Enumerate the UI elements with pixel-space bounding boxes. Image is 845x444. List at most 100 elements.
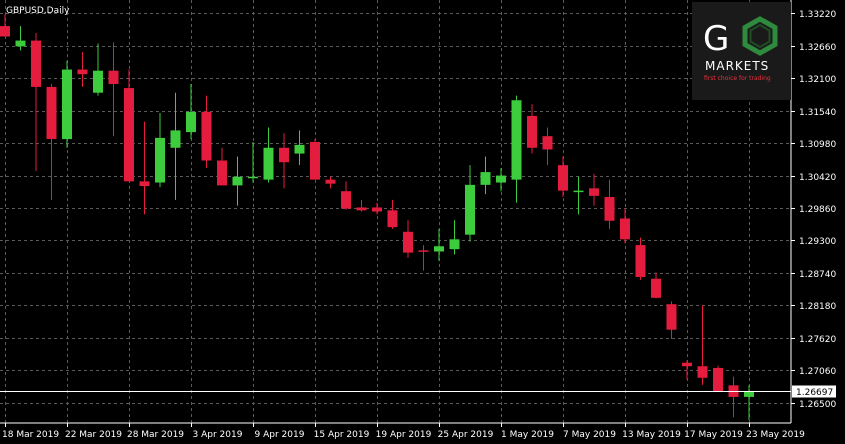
candle <box>511 95 522 203</box>
candle <box>77 52 88 87</box>
candle-body <box>170 130 181 148</box>
candle <box>744 385 754 421</box>
x-tick-label: 1 May 2019 <box>501 430 554 440</box>
logo-g-letter: G <box>703 19 729 59</box>
candle-body <box>573 190 584 193</box>
y-tick-label: 1.28740 <box>799 270 836 280</box>
candle-body <box>604 197 615 221</box>
candle-body <box>403 231 413 253</box>
candle-body <box>356 207 367 211</box>
candle <box>403 220 413 258</box>
candle <box>294 130 305 166</box>
logo-brand-name: MARKETS <box>705 59 769 73</box>
price-chart[interactable]: 1.33220 1.32660 1.32100 1.31540 1.30980 1.304… <box>0 0 845 444</box>
candle-body <box>372 207 382 212</box>
candle <box>682 360 692 380</box>
y-tick-label: 1.29300 <box>799 237 836 247</box>
candle-body <box>139 181 150 187</box>
candle-body <box>465 184 475 235</box>
candle <box>263 127 274 183</box>
candle <box>31 33 41 171</box>
candle <box>248 141 258 183</box>
candle <box>124 69 134 182</box>
y-tick-label: 1.30420 <box>799 173 836 183</box>
candle <box>697 305 708 385</box>
candle <box>139 121 150 215</box>
candle <box>651 272 661 299</box>
y-axis-labels: 1.33220 1.32660 1.32100 1.31540 1.30980 1.304… <box>791 10 836 410</box>
candle-body <box>155 137 165 183</box>
candle <box>310 139 320 180</box>
y-tick-label: 1.32660 <box>799 43 836 53</box>
candle-body <box>46 86 57 140</box>
candle-body <box>651 278 661 298</box>
candle <box>372 202 382 215</box>
candle-body <box>201 111 212 161</box>
candle <box>589 173 599 206</box>
candle <box>155 112 165 188</box>
candle <box>558 156 568 198</box>
candle-body <box>387 210 398 228</box>
candle-body <box>93 70 103 93</box>
candle-body <box>77 69 88 75</box>
logo-tagline: first choice for trading <box>704 75 771 82</box>
x-axis-labels: 18 Mar 2019 22 Mar 2019 28 Mar 2019 3 Apr 2… <box>2 423 805 440</box>
x-tick-label: 9 Apr 2019 <box>255 430 305 440</box>
candle-body <box>263 147 274 180</box>
price-tag-label: 1.26697 <box>796 388 833 398</box>
candle-body <box>620 218 630 240</box>
candle <box>217 147 227 186</box>
candle-body <box>0 26 10 37</box>
candle-body <box>15 40 26 47</box>
candle <box>201 95 212 169</box>
candle <box>496 168 506 192</box>
candle <box>542 127 553 166</box>
y-tick-label: 1.27620 <box>799 335 836 345</box>
candle-body <box>480 172 491 185</box>
candle <box>449 220 460 255</box>
candle <box>434 228 444 261</box>
candle <box>279 133 289 189</box>
candle-body <box>248 176 258 179</box>
candle-body <box>697 366 708 378</box>
candle <box>232 156 243 206</box>
candle-body <box>449 239 460 250</box>
candle-body <box>217 160 227 186</box>
candle-body <box>341 191 351 209</box>
go-markets-logo: G MARKETS first choice for trading <box>692 2 791 100</box>
x-tick-label: 22 Mar 2019 <box>65 430 122 440</box>
y-tick-label: 1.27060 <box>799 367 836 377</box>
candle-body <box>124 88 134 182</box>
candle-body <box>542 136 553 150</box>
candle-body <box>666 304 677 330</box>
candle-body <box>279 147 289 163</box>
candle <box>62 60 72 148</box>
x-tick-label: 15 Apr 2019 <box>314 430 370 440</box>
chart-title: GBPUSD,Daily <box>6 6 70 16</box>
candle-body <box>418 250 429 252</box>
candle-body <box>527 115 537 148</box>
candle-body <box>635 245 646 277</box>
x-tick-label: 7 May 2019 <box>563 430 616 440</box>
candle <box>480 156 491 195</box>
candle-body <box>558 165 568 191</box>
candle-body <box>62 69 72 140</box>
candle-body <box>31 40 41 87</box>
candle <box>93 43 103 96</box>
candle <box>356 199 367 212</box>
candle-body <box>232 176 243 186</box>
candle-body <box>186 111 196 133</box>
current-price-tag: 1.26697 <box>792 385 836 398</box>
candle-body <box>325 179 336 184</box>
y-tick-label: 1.32100 <box>799 75 836 85</box>
x-tick-label: 17 May 2019 <box>684 430 743 440</box>
candle <box>341 181 351 210</box>
x-tick-label: 19 Apr 2019 <box>376 430 432 440</box>
candle <box>620 208 630 244</box>
y-tick-label: 1.31540 <box>799 108 836 118</box>
candle-body <box>713 367 723 392</box>
x-tick-label: 3 Apr 2019 <box>193 430 243 440</box>
candle <box>170 92 181 200</box>
candle <box>418 245 429 271</box>
candle <box>325 176 336 189</box>
